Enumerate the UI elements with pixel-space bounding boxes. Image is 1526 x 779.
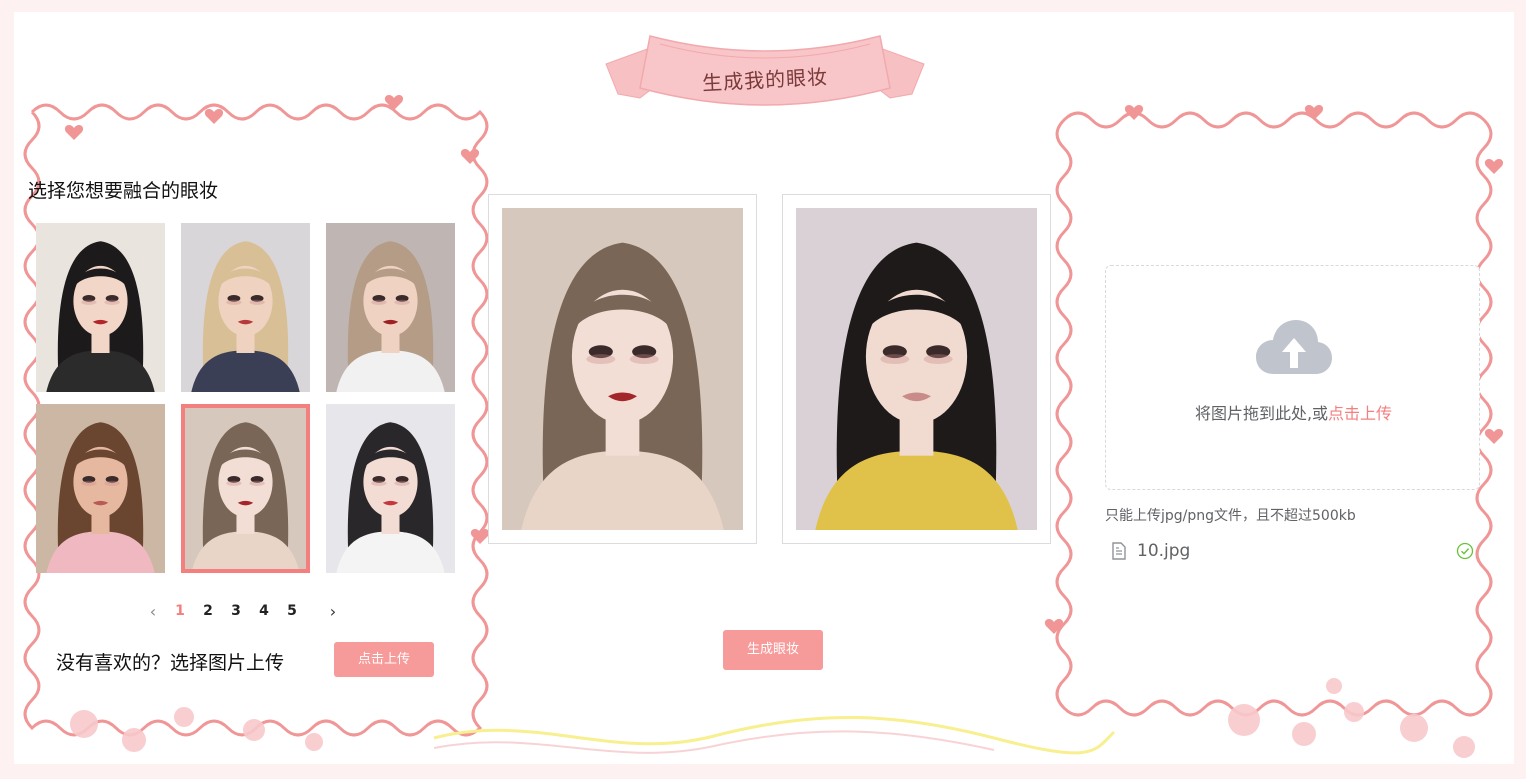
- portrait-image: [36, 223, 165, 392]
- title-banner: 生成我的眼妆: [600, 18, 930, 118]
- upload-tip: 只能上传jpg/png文件，且不超过500kb: [1105, 508, 1356, 524]
- makeup-thumb-5[interactable]: [181, 404, 310, 573]
- portrait-image: [326, 223, 455, 392]
- page-number-5[interactable]: 5: [278, 603, 306, 619]
- page-number-1[interactable]: 1: [166, 603, 194, 619]
- page-number-4[interactable]: 4: [250, 603, 278, 619]
- portrait-image: [796, 208, 1037, 530]
- makeup-thumb-2[interactable]: [181, 223, 310, 392]
- makeup-thumb-6[interactable]: [326, 404, 455, 573]
- check-circle-icon: [1456, 542, 1474, 560]
- dropzone-instruction: 将图片拖到此处,或: [1194, 404, 1329, 423]
- makeup-select-title: 选择您想要融合的眼妆: [28, 180, 219, 202]
- generate-makeup-button[interactable]: 生成眼妆: [723, 630, 823, 670]
- page-canvas: 生成我的眼妆 选择您想要融合的眼妆 ‹ 1 2 3 4 5 › 没有喜欢的？选择…: [14, 12, 1514, 764]
- document-icon: [1112, 542, 1126, 560]
- makeup-thumb-3[interactable]: [326, 223, 455, 392]
- uploaded-file-item[interactable]: 10.jpg: [1105, 536, 1480, 566]
- pagination-next-button[interactable]: ›: [320, 602, 346, 621]
- user-photo-card: [782, 194, 1051, 544]
- selected-makeup-photo: [502, 208, 743, 530]
- uploaded-file-name: 10.jpg: [1137, 541, 1191, 561]
- makeup-thumb-1[interactable]: [36, 223, 165, 392]
- portrait-image: [326, 404, 455, 573]
- pagination: ‹ 1 2 3 4 5 ›: [140, 598, 346, 624]
- page-number-2[interactable]: 2: [194, 603, 222, 619]
- user-photo: [796, 208, 1037, 530]
- portrait-image: [181, 223, 310, 392]
- portrait-image: [502, 208, 743, 530]
- no-like-prompt: 没有喜欢的？选择图片上传: [56, 652, 285, 674]
- upload-dropzone[interactable]: 将图片拖到此处,或点击上传: [1105, 265, 1480, 490]
- page-number-3[interactable]: 3: [222, 603, 250, 619]
- dropzone-upload-link[interactable]: 点击上传: [1328, 404, 1392, 423]
- cloud-upload-icon: [1256, 320, 1332, 374]
- portrait-image: [181, 404, 310, 573]
- pagination-prev-button[interactable]: ‹: [140, 602, 166, 621]
- selected-makeup-card: [488, 194, 757, 544]
- dropzone-text: 将图片拖到此处,或点击上传: [1106, 400, 1481, 424]
- portrait-image: [36, 404, 165, 573]
- makeup-thumb-4[interactable]: [36, 404, 165, 573]
- upload-own-makeup-button[interactable]: 点击上传: [334, 642, 434, 677]
